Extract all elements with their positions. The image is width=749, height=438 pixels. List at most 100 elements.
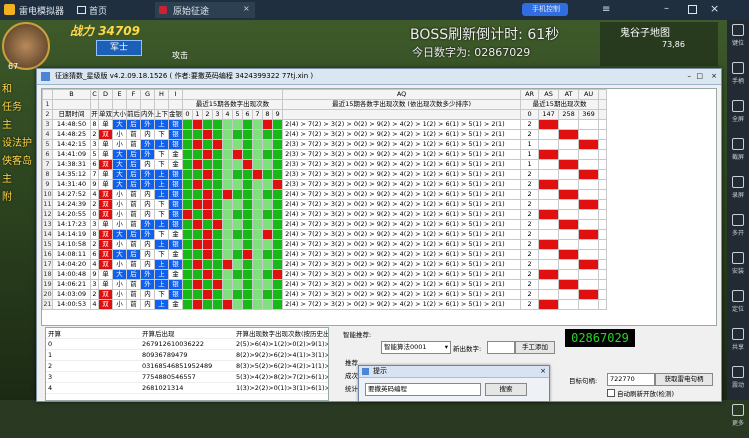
smart-select[interactable]: 智能算法0001 ▾: [381, 341, 451, 354]
count-cell: [578, 259, 600, 270]
sidebar-item[interactable]: 手柄: [727, 62, 749, 96]
maximize-icon[interactable]: [688, 5, 697, 14]
list-item[interactable]: 426810213141(3)>2(2)>0(1)>3(1)>6(1)>8(1)…: [46, 382, 328, 394]
list-header-row: 开算开算后出现开算出现数字出现次数(按历史出现次数多少排序): [46, 328, 328, 339]
list-item[interactable]: 377548805465575(3)>4(2)>8(2)>7(2)>6(1)>0…: [46, 371, 328, 383]
digit-cell: [262, 179, 273, 190]
count-cell: [578, 219, 600, 230]
sidebar-item[interactable]: 截屏: [727, 138, 749, 172]
size-cell: 小: [112, 239, 127, 250]
dialog-input[interactable]: 要撒英码编程: [365, 383, 481, 396]
game-left-tag[interactable]: 任务: [2, 98, 22, 113]
digit-cell: [262, 189, 273, 200]
target-input[interactable]: 722770: [607, 373, 655, 386]
digit-header: 6: [242, 109, 253, 120]
count-cell: [578, 189, 600, 200]
new-digit-input[interactable]: [487, 341, 515, 354]
count-cell: 2: [520, 279, 540, 290]
gold-silver-cell: 银: [168, 179, 183, 190]
dialog-icon: [362, 368, 369, 375]
digit-cell: [232, 299, 243, 310]
size-cell: 小: [112, 199, 127, 210]
auto-refresh-checkbox[interactable]: [607, 389, 615, 397]
ranking-cell: 2(4) > 7(2) > 3(2) > 0(2) > 9(2) > 4(2) …: [282, 289, 522, 300]
row-number: 9: [42, 179, 53, 190]
sidebar-item[interactable]: 全屏: [727, 100, 749, 134]
up-down-cell: 下: [154, 149, 169, 160]
digit-cell: [222, 119, 233, 130]
digit-cell: [212, 239, 223, 250]
sidebar-item[interactable]: 共享: [727, 328, 749, 362]
phone-control-button[interactable]: 手机控制: [522, 3, 568, 16]
manual-add-button[interactable]: 手工添加: [515, 341, 555, 354]
digit-cell: [242, 289, 253, 300]
list-item[interactable]: 0 267912610036222 2(5)>6(4)>1(2)>0(2)>9(1)…: [46, 338, 328, 350]
close-tab-icon[interactable]: ×: [243, 4, 250, 13]
digit-cell: [222, 289, 233, 300]
time-cell: 14:41:09: [52, 149, 91, 160]
digit-cell: [192, 209, 203, 220]
get-handle-button[interactable]: 获取雷电句柄: [655, 373, 713, 386]
up-down-cell: 上: [154, 219, 169, 230]
digit-cell: [182, 279, 193, 290]
col-aq: AQ: [282, 89, 522, 100]
sidebar-item[interactable]: 录屏: [727, 176, 749, 210]
sidebar-item-icon: [732, 62, 744, 74]
window-minimize-icon[interactable]: –: [688, 69, 692, 84]
digit-cell: [182, 219, 193, 230]
game-left-tag[interactable]: 附: [2, 188, 12, 203]
count-cell: [538, 229, 560, 240]
history-list[interactable]: 开算开算后出现开算出现数字出现次数(按历史出现次数多少排序)0267912610…: [45, 327, 329, 401]
digit-cell: [232, 119, 243, 130]
game-left-tag[interactable]: 和: [2, 80, 12, 95]
close-icon[interactable]: ×: [710, 2, 719, 15]
list-item[interactable]: 2 03168546851952489 8(3)>5(2)>6(2)>4(2)>1(…: [46, 360, 328, 372]
home-tab[interactable]: 首页: [75, 2, 135, 18]
gold-silver-cell: 银: [168, 199, 183, 210]
menu-icon[interactable]: ≡: [602, 4, 610, 15]
digit-cell: [212, 189, 223, 200]
digit-cell: [232, 239, 243, 250]
target-value: 722770: [610, 375, 635, 383]
game-left-tag[interactable]: 主: [2, 170, 12, 185]
app-tab[interactable]: 原始征途 ×: [155, 2, 255, 18]
sidebar-item[interactable]: 键位: [727, 24, 749, 58]
dialog-search-button[interactable]: 搜索: [485, 383, 527, 396]
digit-cell: [271, 169, 284, 180]
open-cell: 3: [90, 139, 99, 150]
sidebar-item[interactable]: 多开: [727, 214, 749, 248]
sidebar-item[interactable]: 震动: [727, 366, 749, 400]
digit-cell: [222, 209, 233, 220]
list-item[interactable]: 1809367894798(2)>9(2)>6(2)>4(1)>3(1)>1(1…: [46, 349, 328, 361]
dialog-close-icon[interactable]: ×: [540, 366, 546, 377]
ranking-cell: 2(4) > 7(2) > 3(2) > 0(2) > 9(2) > 4(2) …: [282, 189, 522, 200]
minimize-icon[interactable]: –: [664, 3, 669, 14]
cell: [598, 269, 608, 280]
digit-cell: [252, 139, 263, 150]
sidebar-item[interactable]: 更多: [727, 404, 749, 438]
right-header: 147: [538, 109, 560, 120]
sidebar-item[interactable]: 安装: [727, 252, 749, 286]
open-cell: 9: [90, 179, 99, 190]
cell: [598, 129, 608, 140]
sidebar-item[interactable]: 定位: [727, 290, 749, 324]
window-close-icon[interactable]: ×: [711, 69, 717, 84]
game-left-tag[interactable]: 主: [2, 116, 12, 131]
sidebar-item-icon: [732, 214, 744, 226]
table-row: 3 14:48:50 8 单大后外上银 2(4) > 7(2) > 3(2) > 0(2…: [42, 119, 608, 130]
game-left-tag[interactable]: 侠客岛: [2, 152, 32, 167]
window-titlebar[interactable]: 征途猜数_星级版 v4.2.09.18.1526 ( 作者:要撒英码编程 342…: [37, 69, 721, 85]
attack-label: 攻击: [172, 51, 188, 60]
list-number: 267912610036222: [140, 338, 234, 350]
data-grid[interactable]: B C D E F G H I AQ AR AS AT AU 1 最近15期各数字出现次数 最近15期各数字出…: [41, 88, 717, 326]
window-maximize-icon[interactable]: □: [696, 69, 703, 84]
gold-silver-cell: 银: [168, 119, 183, 130]
digit-cell: [242, 129, 253, 140]
ranking-cell: 2(4) > 7(2) > 3(2) > 0(2) > 9(2) > 4(2) …: [282, 199, 522, 210]
digit-cell: [192, 249, 203, 260]
odd-even-cell: 单: [98, 179, 113, 190]
minimap[interactable]: 鬼谷子地图 73,86: [600, 22, 718, 66]
dialog-titlebar[interactable]: 提示 ×: [359, 366, 549, 378]
game-left-tag[interactable]: 设法护: [2, 134, 32, 149]
cell: AU: [578, 89, 600, 100]
